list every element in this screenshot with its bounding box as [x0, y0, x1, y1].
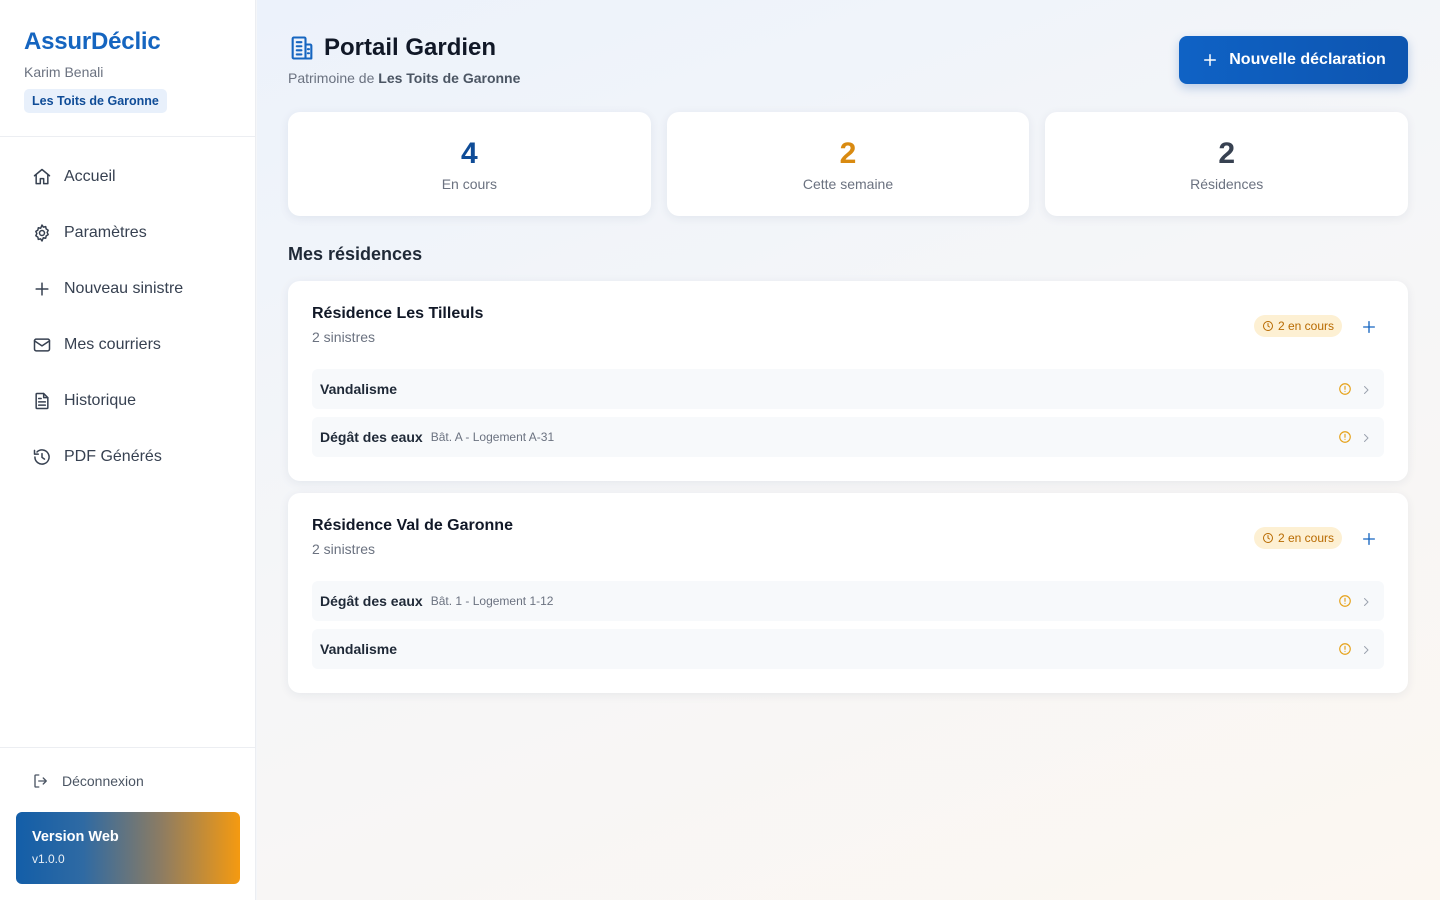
claim-row[interactable]: Vandalisme	[312, 629, 1384, 669]
stat-value: 2	[1218, 137, 1236, 170]
version-title: Version Web	[32, 829, 119, 845]
main-content: Portail Gardien Patrimoine de Les Toits …	[257, 0, 1440, 900]
alert-circle-icon	[1338, 430, 1352, 444]
alert-circle-icon	[1338, 594, 1352, 608]
claim-row[interactable]: Dégât des eaux Bât. A - Logement A-31	[312, 417, 1384, 457]
mail-icon	[32, 335, 52, 355]
stat-value: 2	[839, 137, 857, 170]
sidebar-item-label: PDF Générés	[64, 448, 162, 465]
residence-name: Résidence Les Tilleuls	[312, 305, 484, 322]
plus-icon	[1363, 533, 1375, 545]
residence-header: Résidence Val de Garonne 2 sinistres 2 e…	[312, 517, 1384, 573]
building-icon	[288, 34, 316, 62]
status-badge-label: 2 en cours	[1277, 531, 1334, 545]
claim-type: Dégât des eaux	[320, 429, 423, 445]
sidebar: AssurDéclic Karim Benali Les Toits de Ga…	[0, 0, 256, 900]
new-declaration-button[interactable]: Nouvelle déclaration	[1179, 36, 1408, 84]
claim-type: Dégât des eaux	[320, 593, 423, 609]
alert-circle-icon	[1338, 382, 1352, 396]
logout-icon	[32, 772, 50, 790]
claim-type: Vandalisme	[320, 641, 398, 657]
sidebar-item-label: Accueil	[64, 168, 116, 185]
logout-button[interactable]: Déconnexion	[0, 748, 255, 790]
sidebar-item-label: Historique	[64, 392, 137, 409]
document-icon	[32, 391, 52, 411]
sidebar-item-accueil[interactable]: Accueil	[0, 149, 255, 205]
user-name: Karim Benali	[24, 64, 104, 80]
residence-name: Résidence Val de Garonne	[312, 517, 513, 534]
claim-location: Bât. A - Logement A-31	[430, 430, 555, 444]
sidebar-footer: Déconnexion Version Web v1.0.0	[0, 747, 255, 900]
clock-icon	[1262, 320, 1274, 332]
sidebar-nav: Accueil Paramètres Nouveau sinistre Mes …	[0, 137, 255, 485]
stat-label: En cours	[441, 176, 497, 192]
claim-row[interactable]: Vandalisme	[312, 369, 1384, 409]
claim-row[interactable]: Dégât des eaux Bât. 1 - Logement 1-12	[312, 581, 1384, 621]
new-declaration-label: Nouvelle déclaration	[1229, 51, 1386, 68]
chevron-right-icon	[1360, 431, 1372, 443]
residence-header: Résidence Les Tilleuls 2 sinistres 2 en …	[312, 305, 1384, 361]
stat-label: Cette semaine	[802, 176, 894, 192]
chevron-right-icon	[1360, 383, 1372, 395]
status-badge: 2 en cours	[1253, 315, 1342, 337]
stat-card-residences: 2 Résidences	[1045, 112, 1409, 216]
alert-circle-icon	[1338, 642, 1352, 656]
status-badge: 2 en cours	[1253, 527, 1342, 549]
residence-card: Résidence Les Tilleuls 2 sinistres 2 en …	[288, 281, 1408, 481]
add-claim-button[interactable]	[1354, 524, 1384, 554]
logout-label: Déconnexion	[62, 773, 144, 789]
residence-count: 2 sinistres	[312, 541, 376, 557]
add-claim-button[interactable]	[1354, 312, 1384, 342]
chevron-right-icon	[1360, 595, 1372, 607]
sidebar-item-parametres[interactable]: Paramètres	[0, 205, 255, 261]
plus-icon	[1201, 51, 1219, 69]
stat-card-en-cours: 4 En cours	[288, 112, 651, 216]
claim-location: Bât. 1 - Logement 1-12	[430, 594, 554, 608]
sidebar-item-label: Mes courriers	[64, 336, 161, 353]
chevron-right-icon	[1360, 643, 1372, 655]
sidebar-item-pdf-generes[interactable]: PDF Générés	[0, 429, 255, 485]
title-row: Portail Gardien	[288, 34, 496, 62]
page-subtitle: Patrimoine de Les Toits de Garonne	[288, 70, 520, 86]
history-icon	[32, 447, 52, 467]
stat-value: 4	[460, 137, 478, 170]
sidebar-item-mes-courriers[interactable]: Mes courriers	[0, 317, 255, 373]
subtitle-prefix: Patrimoine de	[288, 70, 379, 86]
residence-count: 2 sinistres	[312, 329, 376, 345]
version-number: v1.0.0	[32, 852, 65, 866]
sidebar-item-historique[interactable]: Historique	[0, 373, 255, 429]
clock-icon	[1262, 532, 1274, 544]
brand-block: AssurDéclic Karim Benali Les Toits de Ga…	[0, 0, 255, 137]
claim-type: Vandalisme	[320, 381, 398, 397]
sidebar-item-nouveau-sinistre[interactable]: Nouveau sinistre	[0, 261, 255, 317]
stat-label: Résidences	[1190, 176, 1264, 192]
subtitle-org: Les Toits de Garonne	[378, 70, 521, 86]
organization-badge: Les Toits de Garonne	[24, 89, 167, 113]
version-card: Version Web v1.0.0	[16, 812, 240, 884]
plus-icon	[1363, 321, 1375, 333]
gear-icon	[32, 223, 52, 243]
sidebar-item-label: Paramètres	[64, 224, 147, 241]
section-title: Mes résidences	[288, 244, 423, 264]
home-icon	[32, 167, 52, 187]
stats-row: 4 En cours 2 Cette semaine 2 Résidences	[288, 112, 1409, 216]
sidebar-item-label: Nouveau sinistre	[64, 280, 184, 297]
plus-icon	[32, 279, 52, 299]
page-title: Portail Gardien	[324, 34, 497, 61]
page-header: Portail Gardien Patrimoine de Les Toits …	[288, 0, 1408, 112]
stat-card-cette-semaine: 2 Cette semaine	[666, 112, 1030, 216]
residence-card: Résidence Val de Garonne 2 sinistres 2 e…	[288, 493, 1408, 693]
app-logo-text: AssurDéclic	[24, 28, 161, 55]
status-badge-label: 2 en cours	[1277, 319, 1334, 333]
